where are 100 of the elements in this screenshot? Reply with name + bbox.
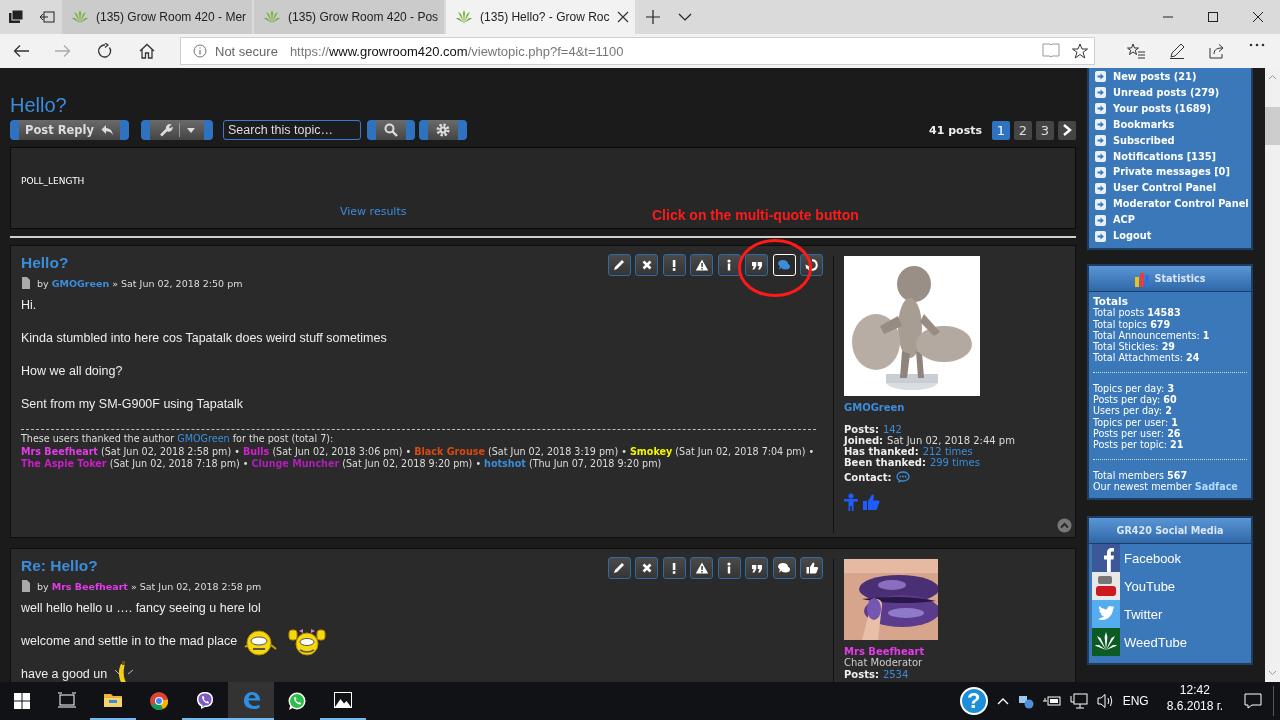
browser-tab[interactable]: (135) Grow Room 420 - Pos — [254, 0, 445, 34]
chevron-up-icon[interactable] — [996, 697, 1009, 705]
profile-link[interactable]: 142 — [882, 424, 902, 435]
new-tab-icon[interactable] — [646, 10, 661, 24]
menu-link[interactable]: ACP — [1095, 212, 1135, 229]
battery-icon[interactable] — [1042, 694, 1061, 708]
edit-button[interactable] — [607, 254, 631, 276]
browser-tab[interactable]: (135) Grow Room 420 - Mer — [62, 0, 253, 34]
menu-link[interactable]: Subscribed — [1095, 132, 1175, 149]
notification-icon[interactable] — [1244, 693, 1262, 709]
menu-link[interactable]: Your posts (1689) — [1095, 100, 1211, 117]
menu-link[interactable]: Moderator Control Panel — [1095, 196, 1249, 213]
tools-button[interactable] — [141, 120, 213, 140]
menu-link[interactable]: New posts (21) — [1095, 69, 1197, 85]
warn-button[interactable] — [690, 557, 713, 579]
menu-link[interactable]: User Control Panel — [1095, 180, 1217, 197]
user-link[interactable]: hotshot — [484, 458, 526, 470]
arrow-icon — [1095, 71, 1106, 83]
post-title[interactable]: Hello? — [21, 254, 69, 272]
page-button[interactable]: 3 — [1036, 120, 1054, 140]
info-button[interactable] — [717, 557, 741, 579]
back-to-top-icon[interactable] — [1057, 518, 1072, 533]
thanks-intro: These users thanked the author GMOGreen for the post (total 7): — [21, 433, 335, 446]
back-icon[interactable] — [13, 44, 29, 58]
member-link[interactable]: Sadface — [1194, 480, 1238, 492]
menu-link[interactable]: Unread posts (279) — [1095, 84, 1220, 101]
stat-row: Total members 567 — [1093, 469, 1188, 481]
scrollbar-thumb[interactable] — [1265, 107, 1280, 145]
author-link[interactable]: GMOGreen — [177, 433, 230, 444]
stat-row: Total Attachments: 24 — [1093, 352, 1200, 364]
menu-link[interactable]: Bookmarks — [1095, 116, 1175, 133]
close-icon[interactable] — [1252, 12, 1263, 22]
arrow-icon — [1095, 182, 1106, 194]
view-results-link[interactable]: View results — [340, 205, 407, 218]
author-link[interactable]: Mrs Beefheart — [51, 580, 128, 592]
delete-button[interactable] — [635, 557, 658, 579]
help-button[interactable]: ? — [959, 687, 988, 715]
author-link[interactable]: GMOGreen — [51, 277, 110, 289]
pen-icon[interactable] — [1169, 43, 1185, 59]
like-button[interactable] — [800, 557, 823, 579]
page-button[interactable]: 2 — [1014, 120, 1032, 140]
edit-button[interactable] — [607, 557, 631, 579]
social-link[interactable]: WeedTube — [1089, 628, 1187, 656]
clock-date[interactable]: 8.6.2018 г. — [1166, 698, 1223, 714]
settings-button[interactable] — [419, 120, 467, 140]
warn-button[interactable] — [690, 254, 713, 276]
page-button[interactable]: 1 — [992, 120, 1010, 140]
delete-button[interactable] — [635, 254, 658, 276]
user-link[interactable]: Clunge Muncher — [251, 458, 340, 470]
profile-link[interactable]: 212 times — [922, 446, 973, 457]
next-page-button[interactable] — [1058, 120, 1076, 140]
taskbar-button[interactable] — [228, 682, 274, 720]
menu-link[interactable]: Notifications [135] — [1095, 148, 1217, 165]
search-button[interactable] — [367, 120, 415, 140]
address-bar[interactable]: Not secure https://www.growroom420.com/viewtopic.php?f=4&t=1100 — [180, 37, 1095, 65]
maximize-icon[interactable] — [1207, 12, 1218, 22]
clock-time[interactable]: 12:42 — [1179, 682, 1210, 698]
post-title[interactable]: Re: Hello? — [21, 557, 98, 575]
social-link[interactable]: Facebook — [1089, 544, 1182, 572]
restore-tabs-icon[interactable] — [38, 9, 55, 25]
post-byline: by GMOGreen » Sat Jun 02, 2018 2:50 pm — [37, 277, 243, 289]
post-reply-button[interactable]: Post Reply — [10, 120, 129, 140]
chat-bubble-icon[interactable] — [895, 471, 910, 483]
user-link[interactable]: Mrs Beefheart — [21, 445, 98, 457]
profile-link[interactable]: 299 times — [929, 457, 980, 468]
topic-title[interactable]: Hello? — [10, 94, 67, 116]
language-indicator[interactable]: ENG — [1122, 694, 1149, 708]
browser-tab[interactable]: (135) Hello? - Grow Roc — [446, 0, 636, 34]
star-icon[interactable] — [1072, 43, 1088, 59]
user-link[interactable]: Black Grouse — [414, 445, 485, 457]
close-icon[interactable] — [617, 11, 630, 23]
username-link[interactable]: Mrs Beefheart — [844, 646, 925, 657]
multiquote-button[interactable] — [772, 557, 796, 579]
arrow-icon — [1095, 103, 1106, 115]
quote-button[interactable] — [745, 557, 768, 579]
social-link[interactable]: YouTube — [1089, 572, 1176, 600]
more-icon[interactable] — [1249, 43, 1265, 47]
username-link[interactable]: GMOGreen — [844, 402, 905, 413]
edge-icon — [242, 691, 260, 709]
windows-icon[interactable] — [14, 693, 30, 709]
menu-link[interactable]: Private messages [0] — [1095, 164, 1230, 181]
info-button[interactable] — [717, 254, 741, 276]
search-field[interactable]: Search this topic… — [223, 120, 361, 140]
tabs-aside-icon[interactable] — [7, 9, 24, 25]
profile-link[interactable]: 2534 — [882, 669, 909, 680]
report-button[interactable] — [662, 254, 686, 276]
home-icon[interactable] — [139, 43, 155, 59]
quote-button[interactable] — [745, 254, 768, 276]
user-link[interactable]: Smokey — [629, 445, 673, 457]
share-icon[interactable] — [1209, 43, 1225, 59]
volume-icon[interactable] — [1096, 693, 1115, 709]
user-link[interactable]: The Aspie Toker — [21, 458, 107, 470]
chevron-down-icon[interactable] — [678, 13, 693, 21]
menu-link[interactable]: Logout — [1095, 228, 1152, 244]
report-button[interactable] — [662, 557, 686, 579]
refresh-icon[interactable] — [97, 43, 113, 59]
ethernet-icon[interactable] — [1069, 693, 1088, 709]
favorites-icon[interactable] — [1127, 43, 1145, 59]
user-link[interactable]: Bulls — [242, 445, 270, 457]
social-link[interactable]: Twitter — [1089, 600, 1163, 628]
